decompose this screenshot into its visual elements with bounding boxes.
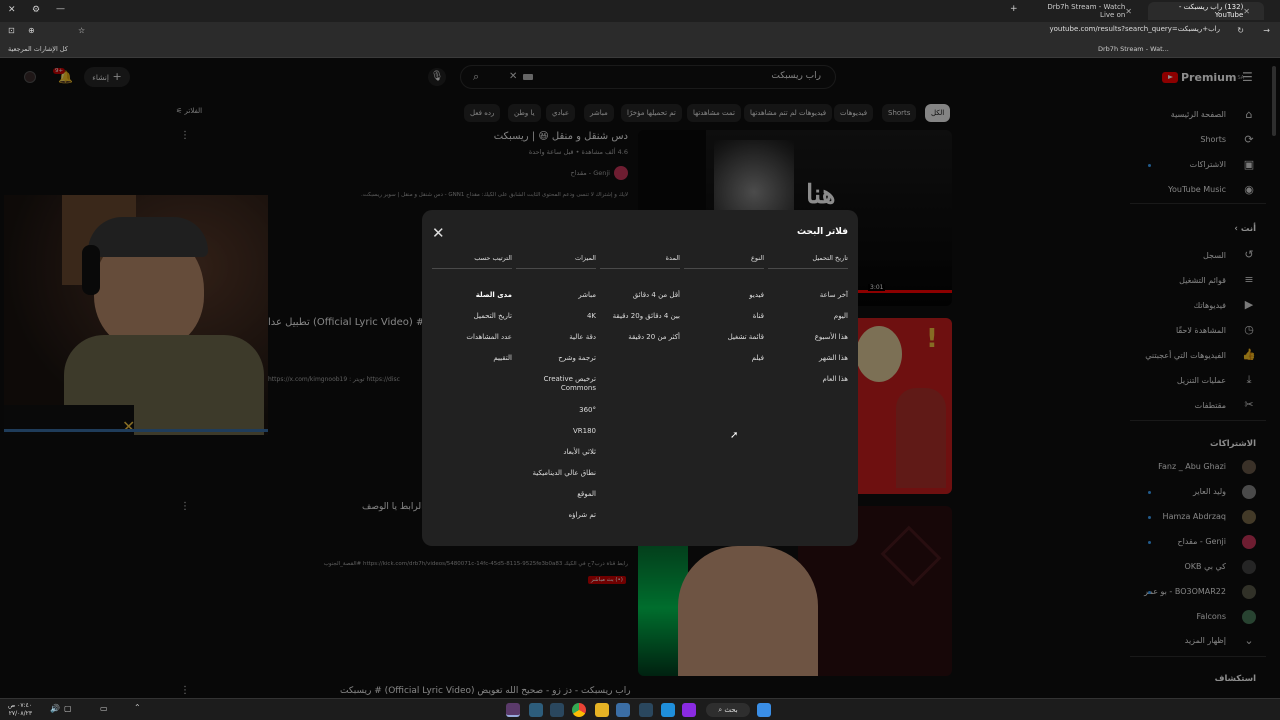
tab-kick[interactable]: ✕ Drb7h Stream - Watch Live on (1026, 2, 1146, 20)
network-icon[interactable]: ▢ (64, 704, 72, 713)
filter-option[interactable]: VR180 (516, 427, 596, 436)
filter-column-features: الميزات مباشر 4K دقة عالية ترجمة وشرح تر… (516, 254, 596, 532)
filter-option[interactable]: أقل من 4 دقائق (600, 291, 680, 300)
filter-option[interactable]: هذا الشهر (768, 354, 848, 363)
column-header: الترتيب حسب (432, 254, 512, 269)
filter-option[interactable]: فيلم (684, 354, 764, 363)
new-tab-icon[interactable]: + (1010, 4, 1018, 14)
edge-icon[interactable] (661, 703, 675, 717)
browser-settings-icon[interactable]: ⚙ (32, 5, 40, 15)
filter-option[interactable]: عدد المشاهدات (432, 333, 512, 342)
chrome-icon[interactable] (572, 703, 586, 717)
minimize-icon[interactable]: — (56, 4, 65, 14)
close-icon[interactable]: ✕ (1125, 7, 1132, 16)
app-icon[interactable] (682, 703, 696, 717)
filter-column-sort-by: الترتيب حسب مدى الصلة تاريخ التحميل عدد … (432, 254, 512, 375)
filter-option[interactable]: قائمة تشغيل (684, 333, 764, 342)
tab-youtube[interactable]: ✕ (132) راب ريسبكت - YouTube (1148, 2, 1264, 20)
filter-column-type: النوع فيديو قناة قائمة تشغيل فيلم (684, 254, 764, 375)
steam-icon[interactable] (639, 703, 653, 717)
clock-date: ٢٧/٠٨/٢٣ (8, 710, 33, 717)
filter-option[interactable]: أكثر من 20 دقيقة (600, 333, 680, 342)
taskbar-search-label: بحث (724, 706, 738, 714)
column-header: تاريخ التحميل (768, 254, 848, 269)
all-bookmarks[interactable]: كل الإشارات المرجعية (8, 45, 68, 53)
clock-time: ٠٧:٤٠ ص (8, 702, 33, 709)
filter-option[interactable]: التقييم (432, 354, 512, 363)
filter-option[interactable]: آخر ساعة (768, 291, 848, 300)
start-icon[interactable] (757, 703, 771, 717)
filter-option[interactable]: قناة (684, 312, 764, 321)
reload-icon[interactable]: ↻ (1237, 26, 1244, 35)
url-field[interactable]: youtube.com/results?search_query=راب+ريس… (1049, 25, 1220, 33)
steam-icon[interactable] (550, 703, 564, 717)
star-icon[interactable]: ☆ (78, 26, 85, 35)
chevron-up-icon[interactable]: ⌃ (134, 703, 141, 712)
filter-option[interactable]: دقة عالية (516, 333, 596, 342)
filter-option[interactable]: الموقع (516, 490, 596, 499)
bookmarks-bar: كل الإشارات المرجعية Drb7h Stream - Wat.… (0, 42, 1280, 58)
back-icon[interactable]: → (1263, 26, 1270, 35)
bookmark-item[interactable]: Drb7h Stream - Wat... (1098, 45, 1169, 53)
filter-option[interactable]: ترجمة وشرح (516, 354, 596, 363)
filter-option[interactable]: تم شراؤه (516, 511, 596, 520)
filter-option[interactable]: اليوم (768, 312, 848, 321)
browser-tab-strip: ✕ ⚙ — ✕ (132) راب ريسبكت - YouTube ✕ Drb… (0, 0, 1280, 22)
browser-menu-icon[interactable]: ✕ (8, 5, 16, 15)
filter-option[interactable]: ثلاثي الأبعاد (516, 448, 596, 457)
filter-option-selected[interactable]: مدى الصلة (432, 291, 512, 300)
windows-taskbar: بحث ⌕ ٠٧:٤٠ ص ٢٧/٠٨/٢٣ 🔊 ▢ ▭ ⌃ (0, 698, 1280, 720)
filter-option[interactable]: تاريخ التحميل (432, 312, 512, 321)
active-app-icon[interactable] (506, 703, 520, 717)
filter-option[interactable]: بين 4 دقائق و20 دقيقة (600, 312, 680, 321)
filter-option[interactable]: فيديو (684, 291, 764, 300)
filter-option[interactable]: نطاق عالي الديناميكية (516, 469, 596, 478)
volume-icon[interactable]: 🔊 (50, 704, 60, 713)
filter-option[interactable]: 4K (516, 312, 596, 321)
column-header: المدة (600, 254, 680, 269)
app-icon[interactable] (529, 703, 543, 717)
column-header: الميزات (516, 254, 596, 269)
dialog-title: فلاتر البحث (797, 227, 848, 237)
tab-label: Drb7h Stream - Watch Live on (1047, 3, 1126, 19)
taskbar-search[interactable]: بحث ⌕ (706, 703, 750, 717)
filter-option[interactable]: ترخيص Creative Commons (516, 375, 596, 393)
youtube-page: Premium SA ☰ راب ريسبكت ✕ ⌕ 🎙 + إنشاء 🔔 … (0, 58, 1280, 698)
store-icon[interactable] (616, 703, 630, 717)
filter-option[interactable]: مباشر (516, 291, 596, 300)
filter-column-duration: المدة أقل من 4 دقائق بين 4 دقائق و20 دقي… (600, 254, 680, 354)
address-bar: ⊡ ⊕ ☆ youtube.com/results?search_query=ر… (0, 22, 1280, 42)
filter-option[interactable]: 360° (516, 406, 596, 415)
filter-column-upload-date: تاريخ التحميل آخر ساعة اليوم هذا الأسبوع… (768, 254, 848, 396)
column-header: النوع (684, 254, 764, 269)
filter-option[interactable]: هذا الأسبوع (768, 333, 848, 342)
mouse-cursor-icon: ➚ (730, 430, 739, 441)
extension-icon[interactable]: ⊡ (8, 26, 15, 35)
tab-label: (132) راب ريسبكت - YouTube (1178, 3, 1244, 19)
search-filters-dialog: فلاتر البحث ✕ تاريخ التحميل آخر ساعة الي… (422, 210, 858, 546)
clock[interactable]: ٠٧:٤٠ ص ٢٧/٠٨/٢٣ (8, 702, 32, 718)
extension-icon[interactable]: ⊕ (28, 26, 35, 35)
close-icon[interactable]: ✕ (1243, 7, 1250, 16)
close-icon[interactable]: ✕ (432, 224, 445, 242)
tray-icon[interactable]: ▭ (100, 704, 108, 713)
filter-option[interactable]: هذا العام (768, 375, 848, 384)
folder-icon[interactable] (595, 703, 609, 717)
